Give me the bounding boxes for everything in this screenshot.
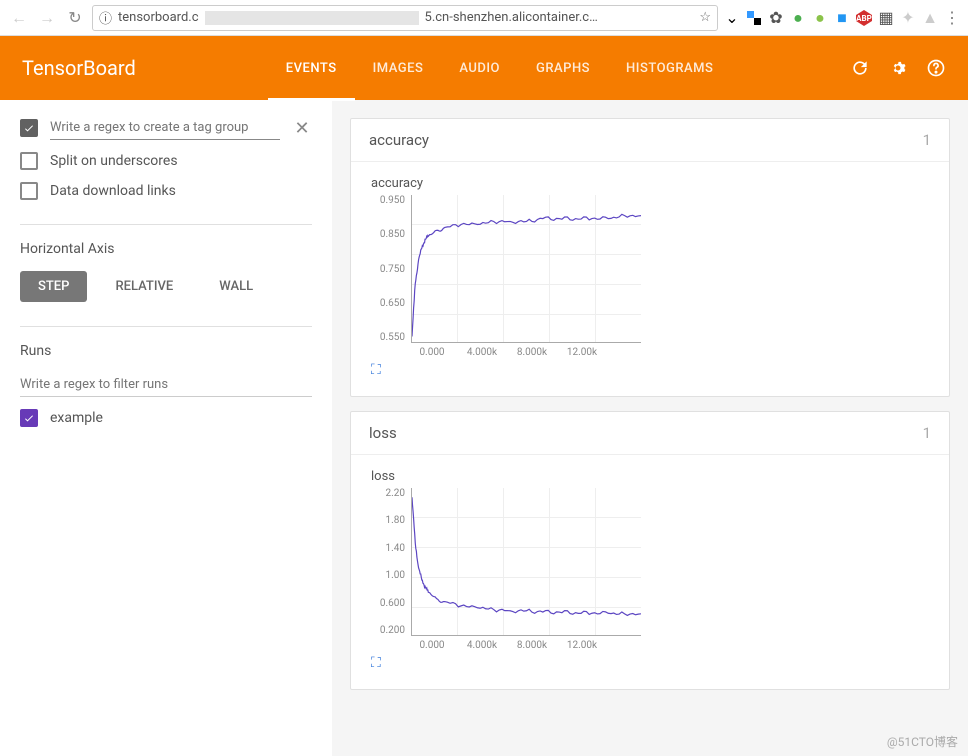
tab-images[interactable]: IMAGES (355, 36, 442, 100)
back-button[interactable]: ← (8, 7, 30, 29)
evernote-icon[interactable]: ✿ (768, 10, 784, 26)
runs-filter-input[interactable] (20, 373, 312, 397)
ext-dot-green[interactable]: ● (790, 10, 806, 26)
nav-tabs: EVENTSIMAGESAUDIOGRAPHSHISTOGRAMS (268, 36, 732, 100)
axis-relative[interactable]: RELATIVE (97, 271, 191, 302)
svg-text:ABP: ABP (856, 14, 872, 23)
star-icon[interactable]: ☆ (699, 10, 711, 25)
tag-group-checkbox[interactable] (20, 119, 38, 137)
chart-plot[interactable] (411, 195, 641, 343)
tab-audio[interactable]: AUDIO (441, 36, 518, 100)
run-checkbox[interactable] (20, 409, 38, 427)
card-title: accuracy (369, 131, 429, 149)
axis-step[interactable]: STEP (20, 271, 87, 302)
card-header[interactable]: accuracy 1 (351, 119, 949, 162)
card-header[interactable]: loss 1 (351, 412, 949, 455)
horizontal-axis-title: Horizontal Axis (20, 241, 312, 257)
card-accuracy: accuracy 1 accuracy 0.9500.8500.7500.650… (350, 118, 950, 397)
x-axis-ticks: 0.0004.000k8.000k12.00k (411, 640, 929, 651)
reload-button[interactable]: ↻ (64, 7, 86, 29)
drive-icon[interactable]: ▲ (922, 10, 938, 26)
close-icon[interactable]: ✕ (292, 118, 312, 139)
tab-events[interactable]: EVENTS (268, 36, 355, 100)
refresh-icon[interactable] (850, 58, 870, 78)
extension-icons: ⌄ ✿ ● ● ■ ABP ▦ ✦ ▲ ⋮ (724, 10, 960, 26)
card-loss: loss 1 loss 2.201.801.401.000.6000.200 0… (350, 411, 950, 690)
browser-toolbar: ← → ↻ ⓘ tensorboard.c 5.cn-shenzhen.alic… (0, 0, 968, 36)
chart-title: loss (371, 469, 929, 484)
tag-regex-input[interactable] (50, 116, 280, 140)
y-axis-ticks: 0.9500.8500.7500.6500.550 (371, 195, 411, 343)
expand-icon[interactable]: ⛶ (371, 362, 929, 378)
run-label: example (50, 410, 103, 426)
expand-icon[interactable]: ⛶ (371, 655, 929, 671)
ext-square-blue[interactable]: ■ (834, 10, 850, 26)
data-download-checkbox[interactable] (20, 182, 38, 200)
pocket-icon[interactable]: ⌄ (724, 10, 740, 26)
app-header: TensorBoard EVENTSIMAGESAUDIOGRAPHSHISTO… (0, 36, 968, 100)
card-title: loss (369, 424, 397, 442)
logo: TensorBoard (0, 56, 158, 80)
url-suffix: 5.cn-shenzhen.alicontainer.c… (425, 10, 598, 25)
card-count: 1 (923, 424, 931, 442)
chart-plot[interactable] (411, 488, 641, 636)
x-axis-ticks: 0.0004.000k8.000k12.00k (411, 347, 929, 358)
runs-title: Runs (20, 343, 312, 359)
sidebar: ✕ Split on underscores Data download lin… (0, 100, 332, 756)
forward-button[interactable]: → (36, 7, 58, 29)
axis-wall[interactable]: WALL (201, 271, 271, 302)
tab-histograms[interactable]: HISTOGRAMS (608, 36, 731, 100)
chart-title: accuracy (371, 176, 929, 191)
address-bar[interactable]: ⓘ tensorboard.c 5.cn-shenzhen.alicontain… (92, 5, 718, 31)
menu-icon[interactable]: ⋮ (944, 10, 960, 26)
card-count: 1 (923, 131, 931, 149)
settings-icon[interactable] (888, 58, 908, 78)
tab-graphs[interactable]: GRAPHS (518, 36, 608, 100)
ext-dot-green2[interactable]: ● (812, 10, 828, 26)
watermark: @51CTO博客 (887, 733, 958, 750)
split-underscores-checkbox[interactable] (20, 152, 38, 170)
qr-icon[interactable]: ▦ (878, 10, 894, 26)
info-icon: ⓘ (99, 8, 112, 27)
run-item[interactable]: example (20, 409, 312, 427)
ext-dim1[interactable]: ✦ (900, 10, 916, 26)
axis-toggle-group: STEP RELATIVE WALL (20, 271, 312, 302)
data-download-label: Data download links (50, 183, 176, 199)
adblock-icon[interactable]: ABP (856, 10, 872, 26)
delicious-icon[interactable] (746, 10, 762, 26)
y-axis-ticks: 2.201.801.401.000.6000.200 (371, 488, 411, 636)
help-icon[interactable] (926, 58, 946, 78)
url-redacted (205, 11, 419, 25)
url-prefix: tensorboard.c (118, 10, 199, 25)
split-underscores-label: Split on underscores (50, 153, 178, 169)
main-content: accuracy 1 accuracy 0.9500.8500.7500.650… (332, 100, 968, 756)
